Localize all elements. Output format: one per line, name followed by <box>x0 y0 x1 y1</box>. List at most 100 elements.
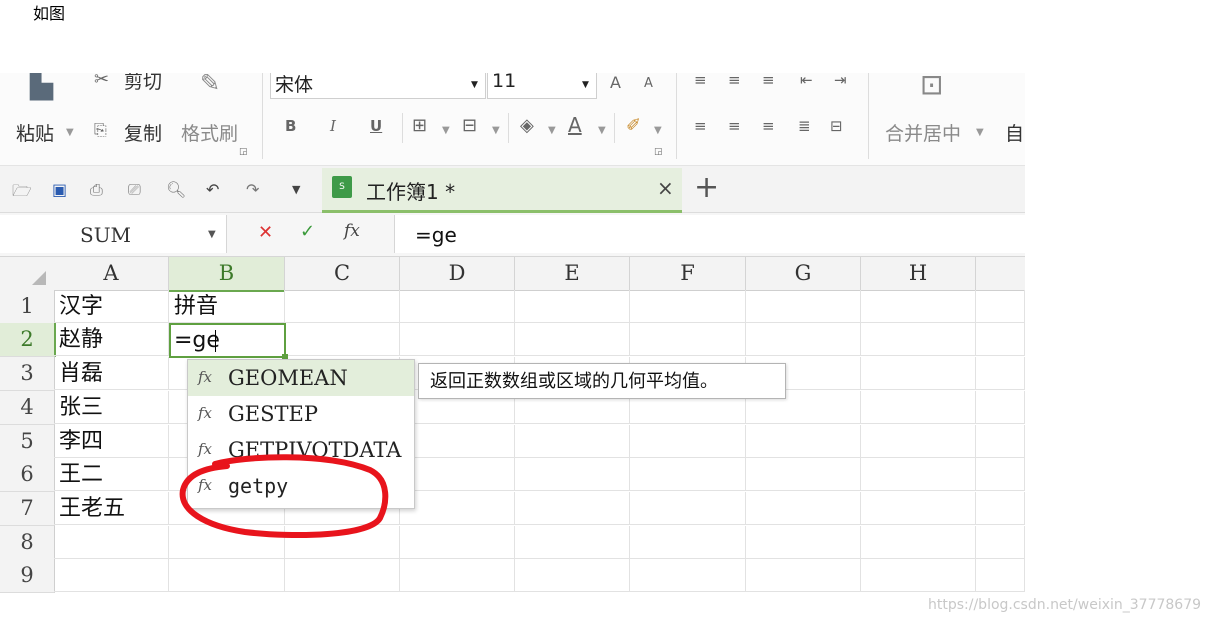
distributed-icon[interactable]: ⊟ <box>830 119 843 134</box>
chevron-down-icon[interactable]: ▼ <box>208 229 216 240</box>
cell[interactable] <box>630 425 746 458</box>
align-center-icon[interactable]: ≡ <box>728 119 741 134</box>
column-header-h[interactable]: H <box>861 257 976 291</box>
row-header-2[interactable]: 2 <box>0 323 56 357</box>
cell[interactable] <box>861 492 976 525</box>
copy-button[interactable]: 复制 <box>124 119 162 146</box>
redo-icon[interactable]: ↷ <box>246 180 259 199</box>
cell[interactable] <box>746 323 861 356</box>
column-header-f[interactable]: F <box>630 257 746 291</box>
cell[interactable] <box>746 492 861 525</box>
select-all-button[interactable] <box>0 257 55 291</box>
cell[interactable] <box>861 559 976 592</box>
chevron-down-icon[interactable]: ▼ <box>654 125 662 136</box>
font-name-select[interactable]: 宋体 ▼ <box>270 73 486 99</box>
cell[interactable]: 汉字 <box>54 290 169 323</box>
cut-button[interactable]: 剪切 <box>124 73 162 94</box>
autocomplete-item-getpy[interactable]: fx getpy <box>188 468 414 504</box>
scissors-icon[interactable]: ✂ <box>94 73 109 89</box>
open-icon[interactable]: 🗁 <box>12 180 32 207</box>
cell[interactable] <box>746 425 861 458</box>
column-header-partial[interactable] <box>976 257 1025 291</box>
paste-button[interactable]: 粘贴 <box>16 119 54 146</box>
cell[interactable]: 王二 <box>54 458 169 491</box>
italic-button[interactable]: I <box>330 119 336 134</box>
paste-icon[interactable]: ▙ <box>30 73 53 99</box>
wrap-text-button[interactable]: 自 <box>1005 119 1024 146</box>
cell[interactable] <box>285 290 400 323</box>
cell[interactable] <box>976 391 1025 424</box>
column-header-e[interactable]: E <box>515 257 630 291</box>
column-header-a[interactable]: A <box>54 257 169 291</box>
row-header-1[interactable]: 1 <box>0 290 55 324</box>
undo-icon[interactable]: ↶ <box>206 180 219 199</box>
insert-function-button[interactable]: fx <box>344 221 360 241</box>
column-header-c[interactable]: C <box>285 257 400 291</box>
save-icon[interactable]: ▣ <box>52 180 67 199</box>
cell[interactable] <box>400 492 515 525</box>
autocomplete-item-geomean[interactable]: fx GEOMEAN <box>188 360 414 396</box>
row-header-6[interactable]: 6 <box>0 458 55 492</box>
cell[interactable] <box>630 323 746 356</box>
row-header-7[interactable]: 7 <box>0 492 55 526</box>
autocomplete-item-getpivotdata[interactable]: fx GETPIVOTDATA <box>188 432 414 468</box>
cell[interactable] <box>976 323 1025 356</box>
align-right-icon[interactable]: ≡ <box>762 119 775 134</box>
active-cell-b2[interactable]: =ge <box>169 323 288 360</box>
paste-dropdown-icon[interactable]: ▼ <box>66 127 74 138</box>
font-grow-button[interactable]: A <box>610 75 621 91</box>
cell[interactable] <box>976 290 1025 323</box>
customize-dropdown-icon[interactable]: ▼ <box>292 183 300 196</box>
align-top-icon[interactable]: ≡ <box>694 73 707 88</box>
underline-button[interactable]: U <box>370 119 382 134</box>
merge-center-button[interactable]: 合并居中 <box>885 119 961 146</box>
cell[interactable] <box>976 526 1025 559</box>
format-painter-icon[interactable]: ✎ <box>200 73 220 95</box>
cell[interactable]: 拼音 <box>169 290 285 323</box>
cell[interactable] <box>515 526 630 559</box>
format-painter-button[interactable]: 格式刷 <box>181 119 238 146</box>
align-left-icon[interactable]: ≡ <box>694 119 707 134</box>
cell[interactable] <box>976 357 1025 390</box>
new-tab-button[interactable]: + <box>694 170 719 205</box>
cell[interactable] <box>861 425 976 458</box>
cell[interactable] <box>861 357 976 390</box>
cell[interactable] <box>976 458 1025 491</box>
row-header-3[interactable]: 3 <box>0 357 55 391</box>
cell[interactable] <box>976 559 1025 592</box>
cell[interactable] <box>285 323 400 356</box>
row-header-8[interactable]: 8 <box>0 526 55 560</box>
cell[interactable] <box>976 425 1025 458</box>
cell-style-icon[interactable]: ⊟ <box>462 117 477 135</box>
cell[interactable] <box>515 290 630 323</box>
column-header-d[interactable]: D <box>400 257 515 291</box>
cell[interactable] <box>515 559 630 592</box>
cell[interactable] <box>630 458 746 491</box>
cell[interactable] <box>861 526 976 559</box>
align-bottom-icon[interactable]: ≡ <box>762 73 775 88</box>
confirm-formula-button[interactable]: ✓ <box>300 221 315 242</box>
print-preview-icon[interactable]: 🔍︎ <box>166 180 186 199</box>
cell[interactable] <box>861 290 976 323</box>
row-header-4[interactable]: 4 <box>0 391 55 425</box>
formula-input[interactable]: =ge <box>394 215 1025 253</box>
cell[interactable] <box>515 323 630 356</box>
row-header-5[interactable]: 5 <box>0 425 55 459</box>
clear-format-icon[interactable]: ✐ <box>626 117 641 135</box>
bold-button[interactable]: B <box>285 119 296 134</box>
indent-decrease-icon[interactable]: ⇤ <box>800 73 813 88</box>
cell[interactable] <box>400 425 515 458</box>
indent-increase-icon[interactable]: ⇥ <box>834 73 847 88</box>
border-icon[interactable]: ⊞ <box>412 117 427 135</box>
font-launcher-icon[interactable]: ◲ <box>654 148 663 157</box>
cell[interactable]: 肖磊 <box>54 357 169 390</box>
cell[interactable] <box>400 526 515 559</box>
chevron-down-icon[interactable]: ▼ <box>548 125 556 136</box>
export-icon[interactable]: ⎙ <box>90 180 103 200</box>
cell[interactable] <box>169 559 285 592</box>
cell[interactable] <box>400 290 515 323</box>
cell[interactable] <box>54 559 169 592</box>
tab-workbook1[interactable]: S 工作簿1 * × <box>322 168 682 213</box>
cell[interactable] <box>54 526 169 559</box>
cell[interactable] <box>169 526 285 559</box>
